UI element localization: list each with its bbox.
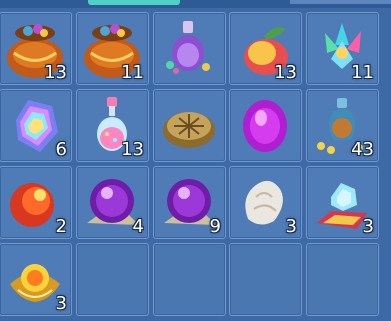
inventory-slot-purple-potion[interactable] xyxy=(153,12,226,85)
item-count: 11 xyxy=(121,62,144,83)
inventory-slot-crystal-cluster[interactable]: 11 xyxy=(306,12,379,85)
inventory-slot-purple-orb[interactable]: 9 xyxy=(153,166,226,239)
inventory-slot-purple-gem[interactable] xyxy=(229,89,302,162)
item-count: 3 xyxy=(55,293,67,314)
item-count: 3 xyxy=(362,216,374,237)
inventory-slot-pouch[interactable]: 11 xyxy=(76,12,149,85)
inventory-slot-turtle-shell[interactable] xyxy=(153,89,226,162)
inventory-slot-pink-potion[interactable]: 13 xyxy=(76,89,149,162)
purple-gem-icon xyxy=(243,100,287,152)
turtle-shell-icon xyxy=(163,112,215,148)
inventory-slot-rainbow-crystal[interactable]: 6 xyxy=(0,89,72,162)
item-count: 13 xyxy=(274,62,297,83)
inventory-slot-empty[interactable] xyxy=(153,243,226,316)
item-count: 4 xyxy=(132,216,144,237)
item-count: 9 xyxy=(209,216,221,237)
item-count: 3 xyxy=(285,216,297,237)
tab-indicator[interactable] xyxy=(290,0,391,4)
inventory-slot-pouch[interactable]: 13 xyxy=(0,12,72,85)
inventory-slot-empty[interactable] xyxy=(306,243,379,316)
inventory-slot-white-jade[interactable]: 3 xyxy=(229,166,302,239)
inventory-slot-empty[interactable] xyxy=(229,243,302,316)
active-tab-indicator[interactable] xyxy=(88,0,180,5)
inventory-slot-purple-orb[interactable]: 4 xyxy=(76,166,149,239)
inventory-grid: 13 11 13 11 6 13 43 2 4 9 3 3 3 xyxy=(0,12,391,321)
item-count: 6 xyxy=(55,139,67,160)
item-count: 11 xyxy=(351,62,374,83)
item-count: 43 xyxy=(351,139,374,160)
inventory-slot-golden-ornament[interactable]: 3 xyxy=(0,243,72,316)
inventory-slot-empty[interactable] xyxy=(76,243,149,316)
inventory-slot-diamond-carpet[interactable]: 3 xyxy=(306,166,379,239)
inventory-slot-vase-gold[interactable]: 43 xyxy=(306,89,379,162)
item-count: 13 xyxy=(44,62,67,83)
item-count: 2 xyxy=(55,216,67,237)
purple-potion-icon xyxy=(166,21,210,74)
inventory-slot-peach[interactable]: 13 xyxy=(229,12,302,85)
inventory-slot-red-orb[interactable]: 2 xyxy=(0,166,72,239)
item-count: 13 xyxy=(121,139,144,160)
